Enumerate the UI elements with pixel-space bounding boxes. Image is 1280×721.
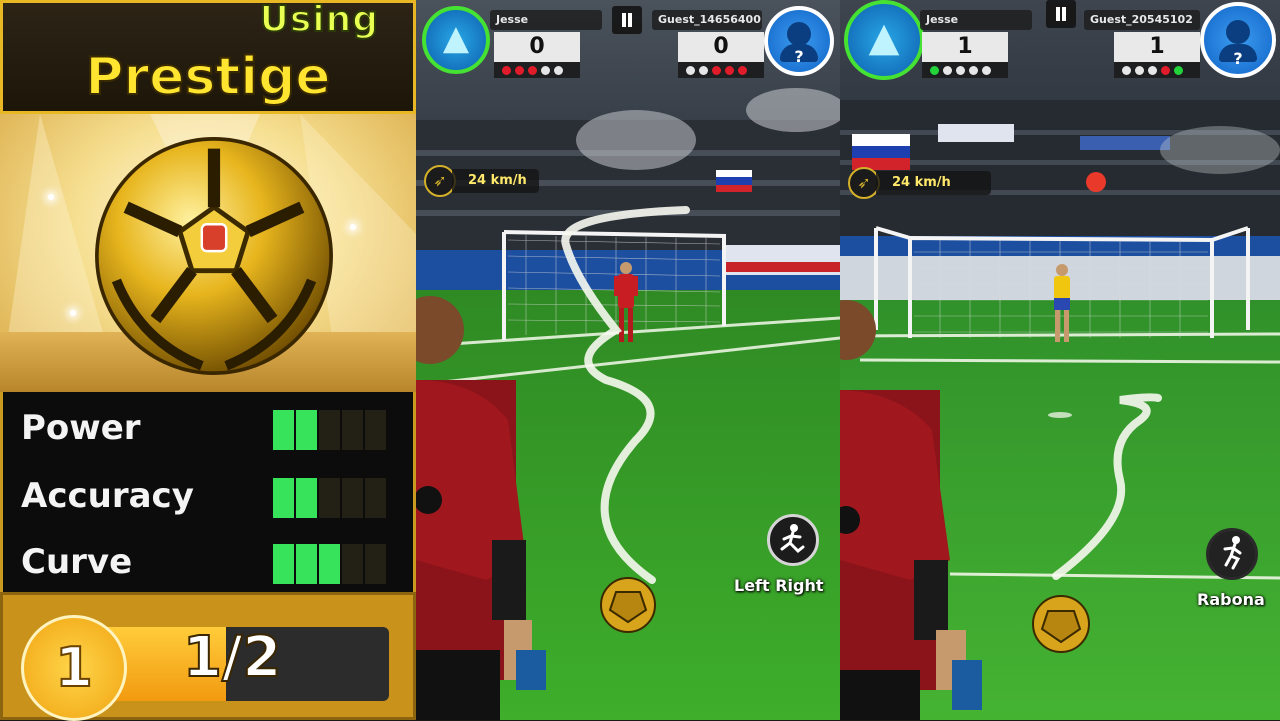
wind-speed-indicator: ➶ 24 km/h <box>424 164 539 198</box>
stat-bar-segment <box>365 410 386 450</box>
rabona-player-icon <box>1223 536 1242 570</box>
stat-bar-segment <box>365 544 386 584</box>
card-header: Using Prestige <box>0 0 416 114</box>
shot-dot <box>1148 65 1157 75</box>
player-right-shot-dots <box>678 62 764 78</box>
stat-bar-segment <box>319 478 340 518</box>
stat-bars-accuracy <box>273 478 386 518</box>
ball-name: Prestige <box>84 46 331 108</box>
stat-row-curve: Curve <box>3 532 419 592</box>
stat-bar-segment <box>342 544 363 584</box>
player-right-avatar: ? <box>1200 2 1276 78</box>
stat-bar-segment <box>365 478 386 518</box>
kick-style-button[interactable] <box>767 514 819 566</box>
shot-dot <box>982 65 991 75</box>
stat-row-power: Power <box>3 398 419 458</box>
stadium-scene <box>840 0 1280 720</box>
player-left-name: Jesse <box>920 10 1032 30</box>
stat-bar-segment <box>319 410 340 450</box>
stat-bar-segment <box>296 544 317 584</box>
kick-style-label: Left Right <box>734 576 824 595</box>
shot-dot <box>528 65 537 75</box>
ball-card: Using Prestige Power Accuracy Curve 1 1/… <box>0 0 416 721</box>
shot-dot <box>1122 65 1131 75</box>
pause-button[interactable] <box>1046 0 1076 28</box>
stat-label: Accuracy <box>21 476 194 516</box>
shot-dot <box>515 65 524 75</box>
prestige-ball-image <box>95 137 333 375</box>
stat-bar-segment <box>273 544 294 584</box>
stat-bar-segment <box>273 410 294 450</box>
shot-dot <box>699 65 708 75</box>
team-logo-icon: ▲ <box>442 18 470 58</box>
player-left-shot-dots <box>922 62 1008 78</box>
unknown-player-icon: ? <box>794 47 804 66</box>
ball-on-pitch <box>1032 595 1090 653</box>
pause-button[interactable] <box>612 6 642 34</box>
wind-speed-text: 24 km/h <box>876 171 991 195</box>
wind-speed-indicator: ➶ 24 km/h <box>848 166 991 200</box>
player-left-avatar: ▲ <box>422 6 490 74</box>
kick-style-label: Rabona <box>1197 590 1265 609</box>
shot-dot <box>712 65 721 75</box>
stat-bar-segment <box>296 410 317 450</box>
shot-dot <box>1161 65 1170 75</box>
stat-bars-power <box>273 410 386 450</box>
shot-dot <box>1135 65 1144 75</box>
user-silhouette-icon <box>787 22 811 46</box>
kick-player-icon <box>780 524 805 554</box>
team-logo-icon: ▲ <box>868 14 900 61</box>
shot-dot <box>502 65 511 75</box>
shot-dot <box>1174 65 1183 75</box>
stat-row-accuracy: Accuracy <box>3 466 419 526</box>
player-right-score: 0 <box>678 32 764 62</box>
sparkle-icon <box>70 310 76 316</box>
stat-bar-segment <box>296 478 317 518</box>
user-silhouette-icon <box>1226 20 1250 44</box>
stat-bar-segment <box>273 478 294 518</box>
stat-label: Power <box>21 408 141 448</box>
status-label: Using <box>259 0 379 41</box>
unknown-player-icon: ? <box>1233 49 1243 68</box>
shot-dot <box>969 65 978 75</box>
shot-dot <box>725 65 734 75</box>
sparkle-icon <box>350 224 356 230</box>
player-left-avatar: ▲ <box>844 0 924 80</box>
stat-bar-segment <box>342 478 363 518</box>
shot-dot <box>930 65 939 75</box>
stat-bar-segment <box>319 544 340 584</box>
shot-dot <box>738 65 747 75</box>
player-right-shot-dots <box>1114 62 1200 78</box>
kick-style-button[interactable] <box>1206 528 1258 580</box>
player-right-avatar: ? <box>764 6 834 76</box>
stat-bar-segment <box>342 410 363 450</box>
player-right-name: Guest_14656400 <box>652 10 762 30</box>
player-right-name: Guest_20545102 <box>1084 10 1200 30</box>
player-left-score: 1 <box>922 32 1008 62</box>
sparkle-icon <box>48 194 54 200</box>
player-left-name: Jesse <box>490 10 602 30</box>
level-progress-text: 1/2 <box>182 624 282 691</box>
match-panel-2: ▲ Jesse 1 Guest_20545102 1 ? ➶ 24 km/h R… <box>840 0 1280 720</box>
ball-on-pitch <box>600 577 656 633</box>
stat-bars-curve <box>273 544 386 584</box>
shot-dot <box>956 65 965 75</box>
ball-stats: Power Accuracy Curve <box>0 392 416 592</box>
level-badge: 1 <box>21 615 127 721</box>
player-left-shot-dots <box>494 62 580 78</box>
match-panel-1: ▲ Jesse 0 Guest_14656400 0 ? ➶ 24 km/h L… <box>416 0 840 720</box>
shot-dot <box>554 65 563 75</box>
player-right-score: 1 <box>1114 32 1200 62</box>
shot-dot <box>943 65 952 75</box>
player-left-score: 0 <box>494 32 580 62</box>
level-progress: 1 1/2 <box>0 592 416 721</box>
shot-dot <box>686 65 695 75</box>
stadium-scene <box>416 0 840 720</box>
wind-speed-text: 24 km/h <box>452 169 539 193</box>
shot-dot <box>541 65 550 75</box>
stat-label: Curve <box>21 542 133 582</box>
